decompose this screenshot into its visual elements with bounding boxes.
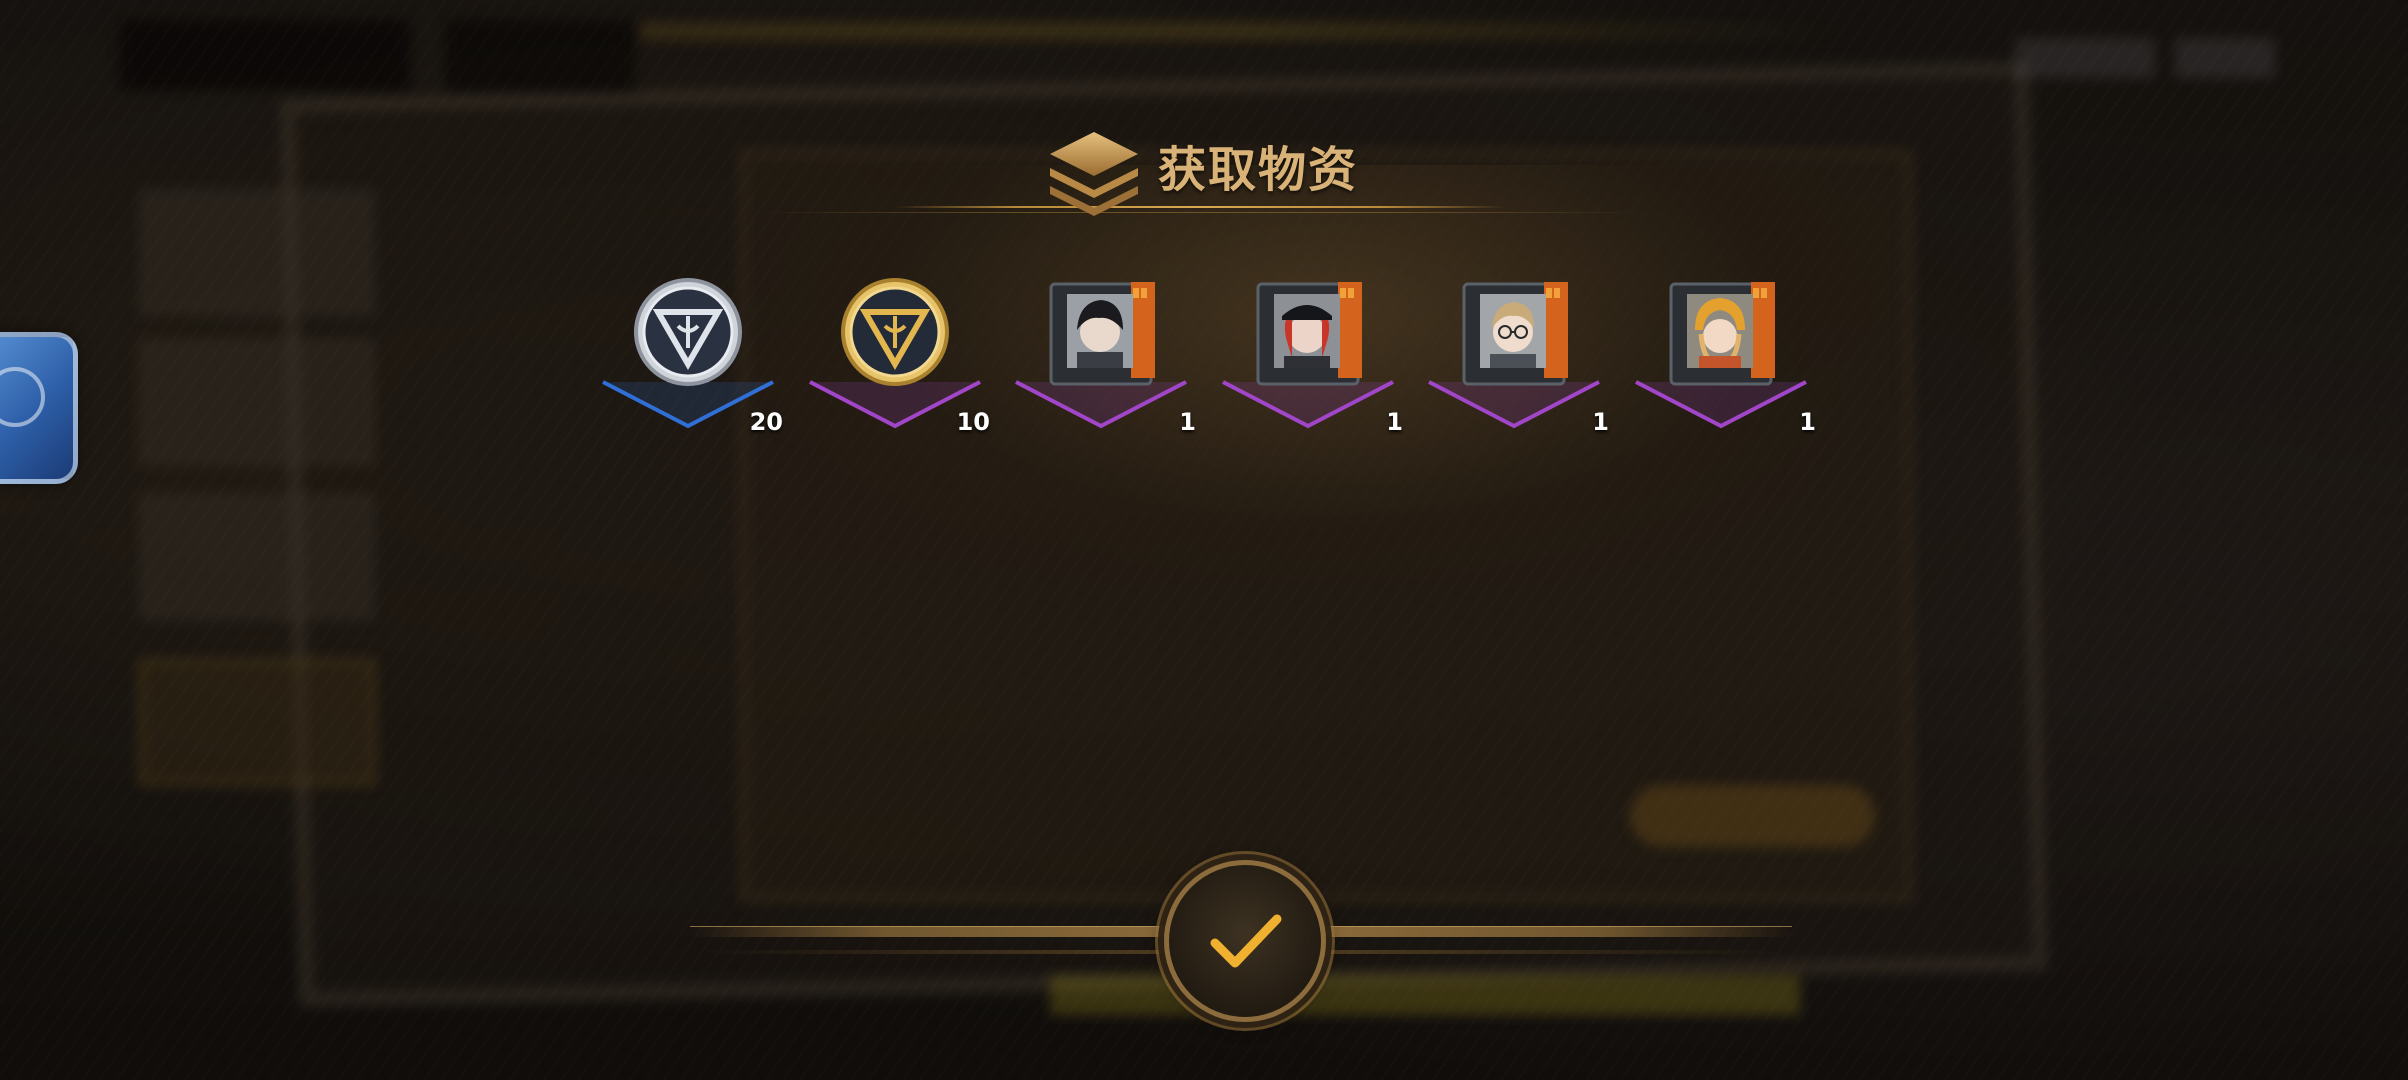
silver-medal-icon — [634, 278, 742, 386]
check-icon — [1210, 914, 1282, 968]
item-quantity: 1 — [1799, 408, 1816, 436]
item-quantity: 1 — [1179, 408, 1196, 436]
character-card-icon — [1462, 282, 1568, 386]
reward-item-black-hair-card[interactable]: 1 — [1006, 262, 1196, 452]
reward-item-gold-medal[interactable]: 10 — [800, 262, 990, 452]
supplies-stack-icon — [1050, 132, 1138, 216]
reward-item-glasses-card[interactable]: 1 — [1419, 262, 1609, 452]
character-card-icon — [1256, 282, 1362, 386]
gold-medal-icon — [841, 278, 949, 386]
reward-title: 获取物资 — [1158, 142, 1359, 198]
item-quantity: 10 — [956, 408, 990, 436]
bottom-bar-left — [690, 926, 1170, 937]
reward-item-red-hair-card[interactable]: 1 — [1213, 262, 1403, 452]
character-card-icon — [1669, 282, 1775, 386]
header-divider-faint — [760, 212, 1640, 213]
reward-item-helmet-card[interactable]: 1 — [1626, 262, 1816, 452]
header-divider — [895, 206, 1505, 208]
reward-popup: 获取物资 20 10 1 1 1 1 — [0, 0, 2408, 1080]
item-quantity: 1 — [1386, 408, 1403, 436]
bottom-bar-right — [1312, 926, 1792, 937]
character-card-icon — [1049, 282, 1155, 386]
confirm-button[interactable] — [1164, 860, 1326, 1022]
item-quantity: 20 — [749, 408, 783, 436]
game-screen: 获取物资 20 10 1 1 1 1 — [0, 0, 2408, 1080]
item-quantity: 1 — [1592, 408, 1609, 436]
reward-item-silver-medal[interactable]: 20 — [593, 262, 783, 452]
